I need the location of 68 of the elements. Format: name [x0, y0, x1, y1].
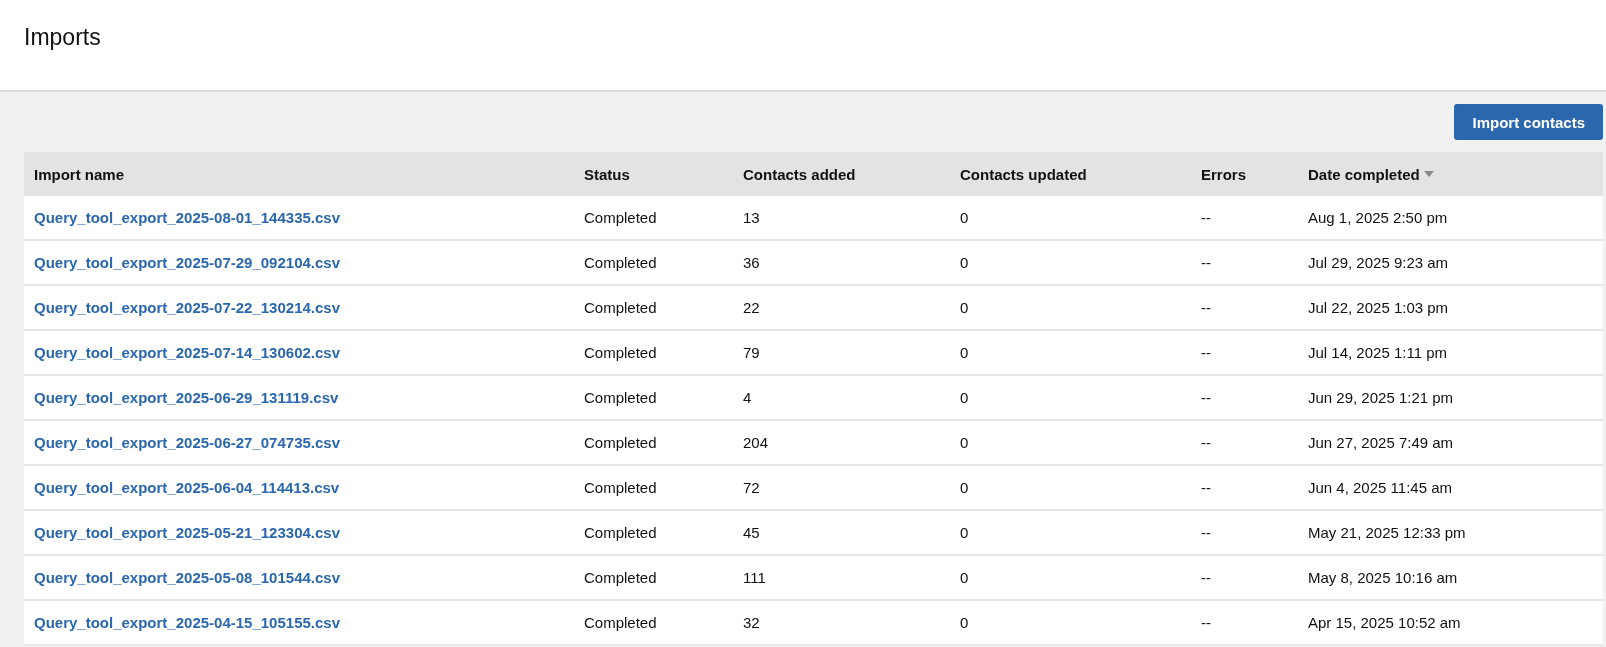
table-cell: -- [1201, 343, 1211, 361]
column-header[interactable]: Contacts added [743, 165, 856, 183]
table-cell: Completed [584, 343, 657, 361]
table-cell: 79 [743, 343, 760, 361]
table-cell: 13 [743, 208, 760, 226]
import-file-link[interactable]: Query_tool_export_2025-06-04_114413.csv [34, 478, 340, 496]
import-file-link[interactable]: Query_tool_export_2025-04-15_105155.csv [34, 613, 341, 631]
table-cell: -- [1201, 613, 1211, 631]
table-cell: Completed [584, 388, 657, 406]
column-header[interactable]: Date completed [1308, 165, 1420, 183]
table-cell: 4 [743, 388, 752, 406]
table-cell: Jun 4, 2025 11:45 am [1308, 478, 1452, 496]
table-cell: Aug 1, 2025 2:50 pm [1308, 208, 1448, 226]
table-cell: 0 [960, 433, 969, 451]
table-cell: 0 [960, 568, 969, 586]
table-cell: 0 [960, 478, 969, 496]
table-cell: 0 [960, 208, 969, 226]
table-cell: Completed [584, 298, 657, 316]
page-title: Imports [23, 23, 102, 51]
table-cell: 36 [743, 253, 760, 271]
table-cell: 204 [743, 433, 769, 451]
import-file-link[interactable]: Query_tool_export_2025-06-27_074735.csv [34, 433, 341, 451]
table-cell: -- [1201, 523, 1211, 541]
table-cell: Jul 22, 2025 1:03 pm [1308, 298, 1449, 316]
table-cell: 45 [743, 523, 760, 541]
table-cell: -- [1201, 298, 1211, 316]
import-file-link[interactable]: Query_tool_export_2025-07-22_130214.csv [34, 298, 341, 316]
import-file-link[interactable]: Query_tool_export_2025-07-29_092104.csv [34, 253, 341, 271]
table-cell: 0 [960, 298, 969, 316]
import-file-link[interactable]: Query_tool_export_2025-06-29_131119.csv [34, 388, 339, 406]
table-cell: 0 [960, 613, 969, 631]
table-cell: -- [1201, 478, 1211, 496]
import-file-link[interactable]: Query_tool_export_2025-05-08_101544.csv [34, 568, 341, 586]
table-cell: -- [1201, 568, 1211, 586]
table-cell: -- [1201, 253, 1211, 271]
table-cell: 32 [743, 613, 760, 631]
import-file-link[interactable]: Query_tool_export_2025-05-21_123304.csv [34, 523, 341, 541]
table-cell: Jul 14, 2025 1:11 pm [1308, 343, 1447, 361]
table-cell: Completed [584, 568, 657, 586]
table-cell: -- [1201, 208, 1211, 226]
table-cell: Completed [584, 208, 657, 226]
table-cell: 72 [743, 478, 760, 496]
table-cell: Completed [584, 523, 657, 541]
column-header[interactable]: Import name [34, 165, 124, 183]
table-cell: May 21, 2025 12:33 pm [1308, 523, 1466, 541]
import-file-link[interactable]: Query_tool_export_2025-07-14_130602.csv [34, 343, 341, 361]
table-cell: 0 [960, 523, 969, 541]
table-cell: Completed [584, 433, 657, 451]
table-cell: Apr 15, 2025 10:52 am [1308, 613, 1461, 631]
import-contacts-button[interactable]: Import contacts [1454, 104, 1603, 140]
table-cell: 0 [960, 343, 969, 361]
table-cell: 0 [960, 388, 969, 406]
table-cell: Jul 29, 2025 9:23 am [1308, 253, 1449, 271]
import-file-link[interactable]: Query_tool_export_2025-08-01_144335.csv [34, 208, 341, 226]
table-cell: Jun 29, 2025 1:21 pm [1308, 388, 1454, 406]
table-cell: May 8, 2025 10:16 am [1308, 568, 1458, 586]
table-cell: Completed [584, 253, 657, 271]
table-cell: Completed [584, 613, 657, 631]
table-cell: -- [1201, 388, 1211, 406]
table-cell: 111 [743, 568, 766, 586]
table-cell: 22 [743, 298, 760, 316]
table-cell: Completed [584, 478, 657, 496]
table-cell: Jun 27, 2025 7:49 am [1308, 433, 1454, 451]
table-cell: 0 [960, 253, 969, 271]
column-header[interactable]: Status [584, 165, 630, 183]
table-cell: -- [1201, 433, 1211, 451]
column-header[interactable]: Errors [1201, 165, 1247, 183]
column-header[interactable]: Contacts updated [960, 165, 1087, 183]
